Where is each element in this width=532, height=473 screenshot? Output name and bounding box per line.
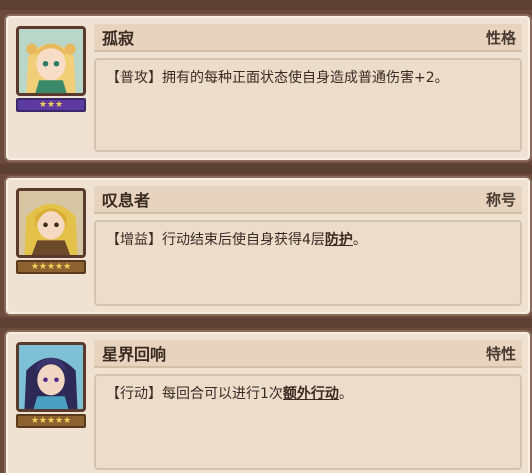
trait-type: 称号: [485, 190, 516, 209]
trait-name: 叹息者: [102, 191, 151, 210]
trait-type: 特性: [485, 344, 516, 363]
trait-type: 性格: [485, 28, 516, 47]
star-rating: ★★★★★: [16, 260, 86, 274]
star-rating: ★★★★★: [16, 414, 86, 428]
divider: [0, 164, 532, 174]
top-divider: [0, 0, 532, 10]
trait-description: 【行动】每回合可以进行1次额外行动。: [94, 374, 522, 470]
blonde-curly-girl-portrait-icon: [19, 191, 83, 255]
divider: [0, 318, 532, 328]
trait-card-3[interactable]: ★★★★★ 星界回响 特性 【行动】每回合可以进行1次额外行动。: [4, 330, 532, 473]
trait-header: 孤寂 性格: [94, 24, 522, 52]
star-rating: ★★★: [16, 98, 86, 112]
trait-header: 星界回响 特性: [94, 340, 522, 368]
trait-description: 【普攻】拥有的每种正面状态使自身造成普通伤害+2。: [94, 58, 522, 152]
blonde-girl-portrait-icon: [19, 29, 83, 93]
trait-description: 【增益】行动结束后使自身获得4层防护。: [94, 220, 522, 306]
description-text: 【普攻】拥有的每种正面状态使自身造成普通伤害+2。: [106, 70, 449, 86]
trait-name: 星界回响: [102, 345, 167, 364]
description-text: 【增益】行动结束后使自身获得4层: [106, 232, 325, 248]
description-text: 【行动】每回合可以进行1次: [106, 386, 283, 402]
description-text-end: 。: [352, 232, 367, 248]
keyword-link[interactable]: 防护: [325, 232, 353, 248]
character-portrait: [16, 26, 86, 96]
trait-card-2[interactable]: ★★★★★ 叹息者 称号 【增益】行动结束后使自身获得4层防护。: [4, 176, 532, 316]
trait-card-1[interactable]: ★★★ 孤寂 性格 【普攻】拥有的每种正面状态使自身造成普通伤害+2。: [4, 14, 532, 162]
character-portrait: [16, 342, 86, 412]
trait-header: 叹息者 称号: [94, 186, 522, 214]
description-text-end: 。: [338, 386, 353, 402]
trait-name: 孤寂: [102, 29, 135, 48]
character-portrait: [16, 188, 86, 258]
dark-haired-girl-portrait-icon: [19, 345, 83, 409]
keyword-link[interactable]: 额外行动: [283, 386, 339, 402]
